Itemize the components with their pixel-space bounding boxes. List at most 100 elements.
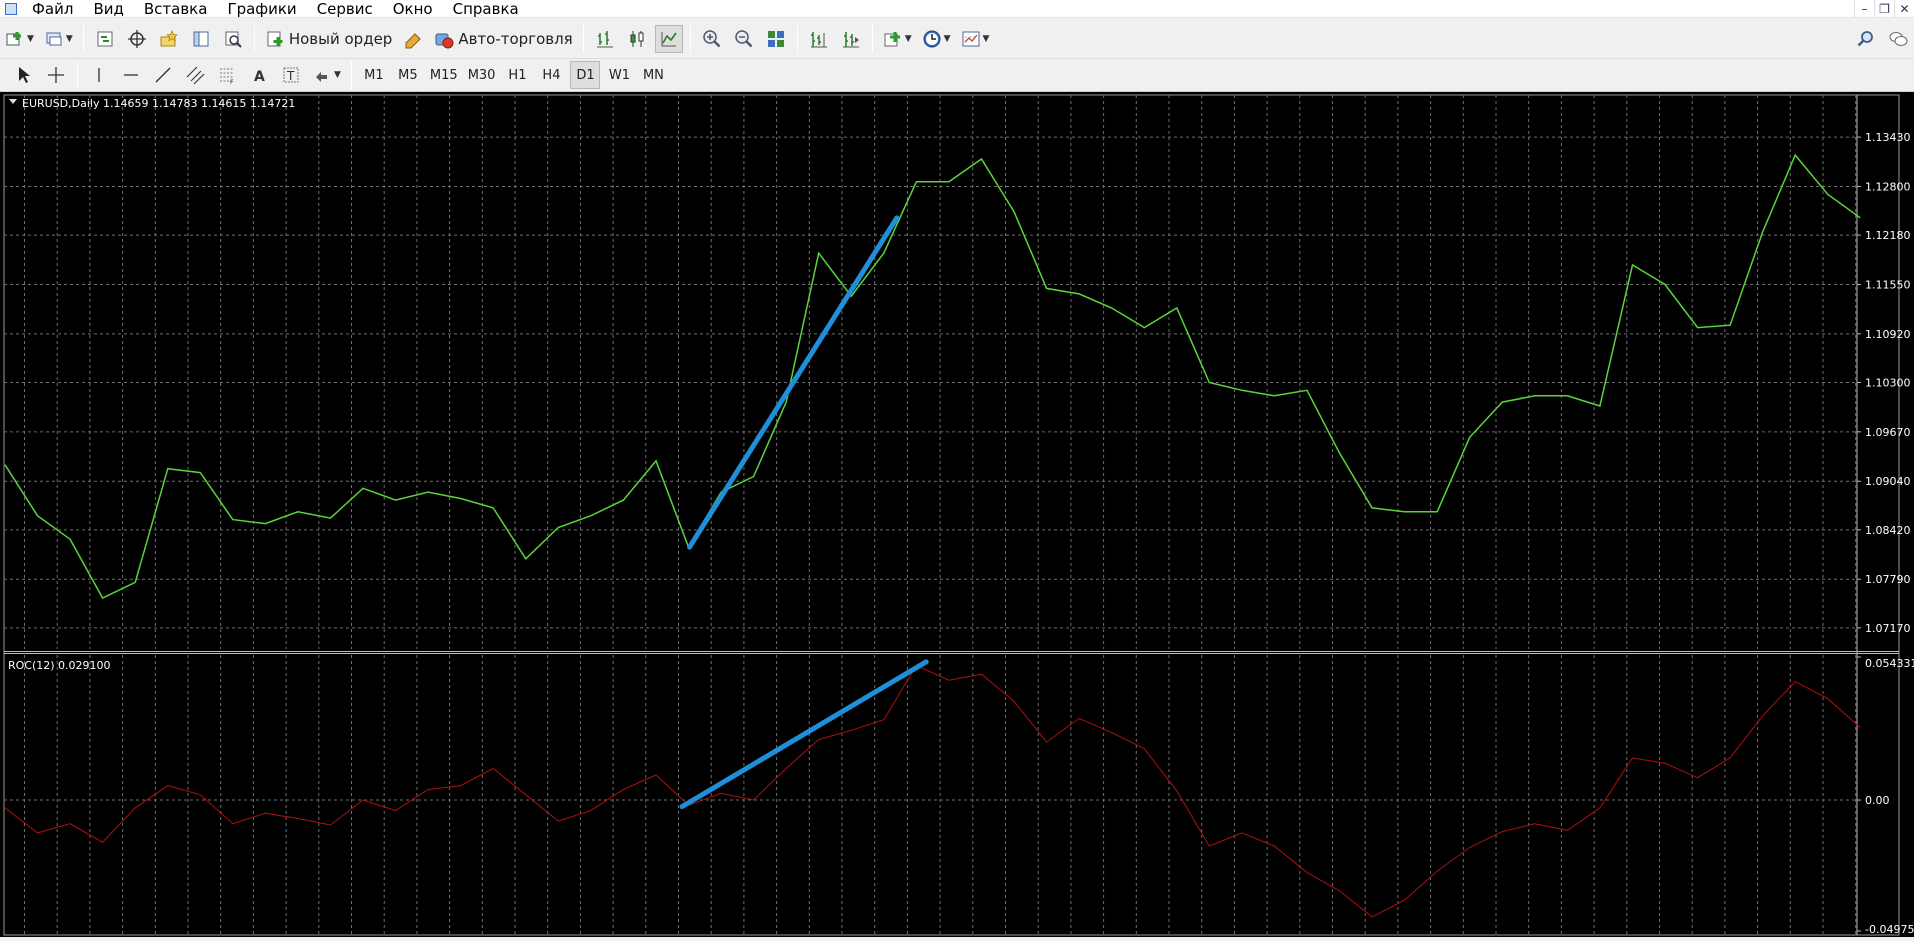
cursor-tool-button[interactable] bbox=[10, 61, 38, 89]
app-icon[interactable] bbox=[0, 0, 22, 18]
indicators-button[interactable]: ▼ bbox=[880, 25, 915, 53]
market-watch-button[interactable] bbox=[91, 25, 119, 53]
timeframe-m30-button[interactable]: M30 bbox=[465, 61, 499, 89]
roc-tick-label: 0.054331 bbox=[1865, 657, 1914, 670]
metaeditor-button[interactable] bbox=[399, 25, 427, 53]
profiles-icon bbox=[46, 32, 62, 45]
data-window-button[interactable] bbox=[123, 25, 151, 53]
roc-tick-label: -0.04975 bbox=[1865, 923, 1914, 936]
navigator-button[interactable] bbox=[155, 25, 183, 53]
text-tool-button[interactable]: A bbox=[245, 61, 273, 89]
price-tick-label: 1.10920 bbox=[1865, 328, 1911, 341]
chart-window[interactable]: 1.13430 1.12800 1.12180 1.11550 1.10920 1.103… bbox=[0, 92, 1914, 937]
text-label-button[interactable]: T bbox=[277, 61, 305, 89]
autotrading-icon bbox=[435, 33, 454, 48]
price-tick-label: 1.08420 bbox=[1865, 524, 1911, 537]
chat-button[interactable] bbox=[1884, 25, 1912, 53]
menu-item-3[interactable]: Графики bbox=[217, 0, 306, 18]
svg-text:A: A bbox=[254, 69, 265, 85]
svg-text:T: T bbox=[286, 69, 295, 83]
new-order-icon bbox=[267, 31, 283, 46]
timeframe-m1-button[interactable]: M1 bbox=[359, 61, 389, 89]
price-tick-label: 1.09040 bbox=[1865, 475, 1911, 488]
bar-chart-button[interactable] bbox=[591, 25, 619, 53]
text-label-icon: T bbox=[283, 67, 299, 83]
new-order-label: Новый ордер bbox=[288, 29, 393, 48]
main-chart-header: EURUSD,Daily 1.14659 1.14783 1.14615 1.1… bbox=[22, 97, 295, 110]
crosshair-tool-button[interactable] bbox=[42, 61, 70, 89]
restore-button[interactable]: ❐ bbox=[1874, 0, 1894, 18]
trendline-icon bbox=[155, 67, 171, 83]
price-tick-label: 1.12180 bbox=[1865, 229, 1911, 242]
zoom-out-button[interactable] bbox=[730, 25, 758, 53]
horizontal-line-button[interactable] bbox=[117, 61, 145, 89]
timeframe-mn-button[interactable]: MN bbox=[638, 61, 668, 89]
cursor-arrow-icon bbox=[19, 67, 30, 83]
chart-canvas[interactable]: 1.13430 1.12800 1.12180 1.11550 1.10920 1.103… bbox=[0, 92, 1914, 937]
menu-item-5[interactable]: Окно bbox=[383, 0, 443, 18]
zoom-in-icon bbox=[702, 29, 721, 47]
price-tick-label: 1.13430 bbox=[1865, 131, 1911, 144]
template-icon bbox=[962, 31, 980, 46]
line-chart-button[interactable] bbox=[654, 24, 683, 53]
trendline-button[interactable] bbox=[149, 61, 177, 89]
menu-item-2[interactable]: Вставка bbox=[134, 0, 218, 18]
fibonacci-icon: F bbox=[220, 68, 234, 85]
zoom-out-icon bbox=[734, 29, 753, 47]
line-chart-icon bbox=[661, 31, 677, 46]
zoom-in-button[interactable] bbox=[698, 25, 726, 53]
fibonacci-button[interactable]: F bbox=[213, 61, 241, 89]
text-a-icon: A bbox=[254, 69, 265, 85]
chart-shift-button[interactable] bbox=[805, 25, 833, 53]
drawing-toolbar: F A T ▼ M1 M5 M15 M30 H1 H4 D1 W1 MN bbox=[0, 59, 1914, 92]
candlestick-button[interactable] bbox=[623, 25, 651, 53]
price-tick-label: 1.07170 bbox=[1865, 622, 1911, 635]
vertical-line-icon bbox=[98, 68, 100, 82]
vertical-line-button[interactable] bbox=[85, 61, 113, 89]
metaeditor-icon bbox=[405, 32, 422, 48]
menu-item-1[interactable]: Вид bbox=[83, 0, 133, 18]
channel-icon bbox=[186, 66, 205, 85]
periods-button[interactable]: ▼ bbox=[919, 25, 954, 53]
strategy-tester-button[interactable] bbox=[219, 25, 247, 53]
roc-tick-label: 0.00 bbox=[1865, 794, 1890, 807]
tile-windows-button[interactable] bbox=[762, 25, 790, 53]
arrows-button[interactable]: ▼ bbox=[309, 61, 344, 89]
terminal-button[interactable] bbox=[187, 25, 215, 53]
close-button[interactable]: ✕ bbox=[1894, 0, 1914, 18]
menu-item-4[interactable]: Сервис bbox=[307, 0, 383, 18]
trading-terminal-window: Файл Вид Вставка Графики Сервис Окно Справка –… bbox=[0, 0, 1914, 937]
search-button[interactable] bbox=[1852, 25, 1880, 53]
timeframe-h4-button[interactable]: H4 bbox=[536, 61, 566, 89]
profiles-button[interactable]: ▼ bbox=[41, 25, 76, 53]
timeframe-m5-button[interactable]: M5 bbox=[393, 61, 423, 89]
window-controls: – ❐ ✕ bbox=[1854, 0, 1914, 18]
autotrading-button[interactable]: Авто-торговля bbox=[431, 25, 575, 53]
timeframe-m15-button[interactable]: M15 bbox=[427, 61, 461, 89]
autoscroll-icon bbox=[842, 31, 859, 47]
add-indicator-icon bbox=[884, 31, 900, 46]
menu-item-6[interactable]: Справка bbox=[443, 0, 529, 18]
new-chart-button[interactable]: ▼ bbox=[2, 25, 37, 53]
price-tick-label: 1.07790 bbox=[1865, 573, 1911, 586]
standard-toolbar: ▼ ▼ Новый ордер Авто-торговля ▼ ▼ ▼ bbox=[0, 19, 1914, 59]
new-order-button[interactable]: Новый ордер bbox=[262, 25, 395, 53]
chart-shift-icon bbox=[810, 31, 827, 47]
price-tick-label: 1.10300 bbox=[1865, 376, 1911, 389]
timeframe-w1-button[interactable]: W1 bbox=[604, 61, 634, 89]
autotrading-label: Авто-торговля bbox=[458, 29, 573, 48]
timeframe-h1-button[interactable]: H1 bbox=[502, 61, 532, 89]
svg-text:F: F bbox=[230, 79, 234, 85]
search-icon bbox=[1857, 30, 1873, 46]
equidistant-channel-button[interactable] bbox=[181, 61, 209, 89]
terminal-panel-icon bbox=[193, 31, 209, 46]
price-tick-label: 1.11550 bbox=[1865, 278, 1911, 291]
menu-item-0[interactable]: Файл bbox=[22, 0, 83, 18]
star-folder-icon bbox=[160, 29, 178, 46]
timeframe-d1-button[interactable]: D1 bbox=[570, 61, 601, 89]
crosshair-icon bbox=[48, 67, 64, 83]
minimize-button[interactable]: – bbox=[1854, 0, 1874, 18]
autoscroll-button[interactable] bbox=[837, 25, 865, 53]
templates-button[interactable]: ▼ bbox=[958, 25, 993, 53]
horizontal-line-icon bbox=[124, 74, 138, 76]
